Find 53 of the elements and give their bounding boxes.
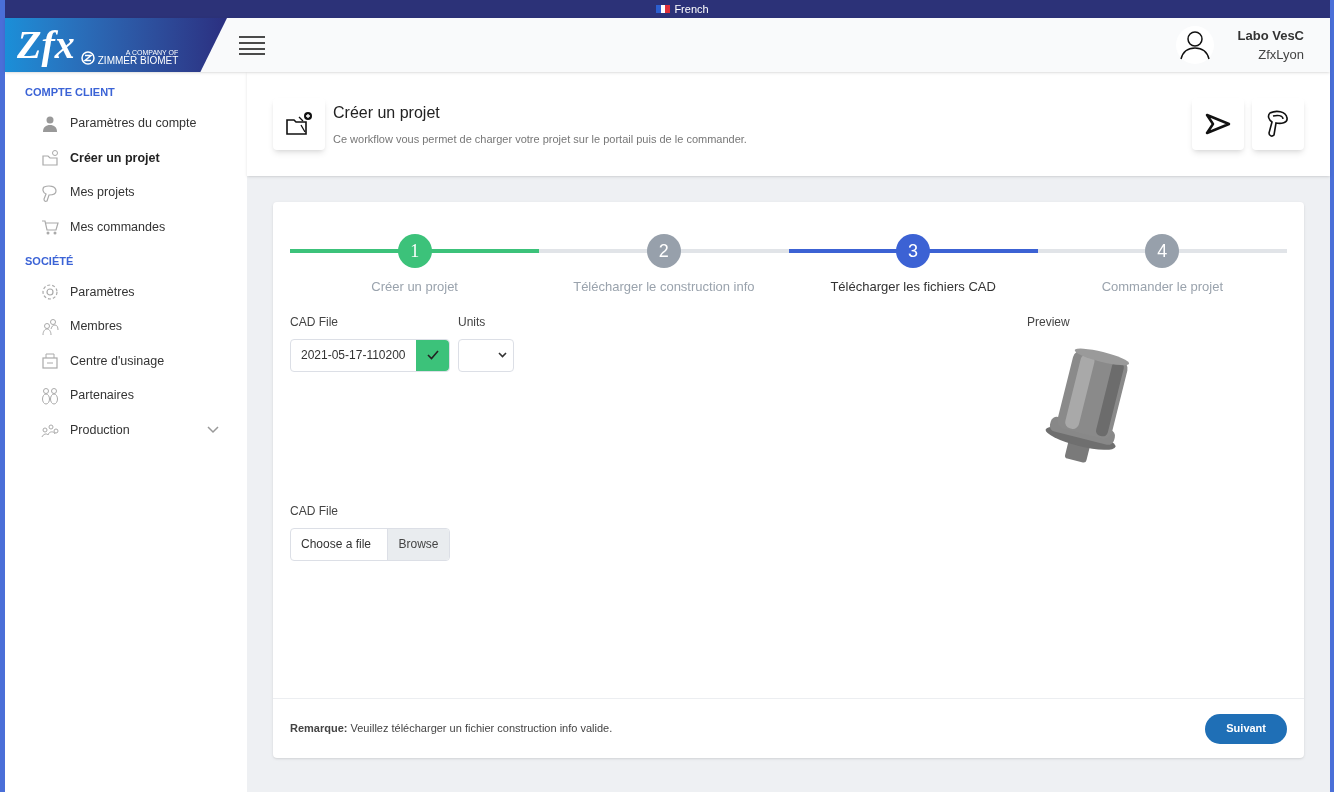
sidebar-item[interactable]: Mes commandes — [5, 210, 247, 245]
page-title: Créer un projet — [333, 102, 441, 123]
company-logo-icon — [80, 50, 95, 65]
page-subtitle: Ce workflow vous permet de charger votre projet sur le portail puis de le commander. — [333, 131, 747, 147]
send-button[interactable] — [1192, 98, 1244, 150]
sidebar-item[interactable]: Membres — [5, 309, 247, 344]
send-icon — [1204, 112, 1232, 136]
sidebar-item[interactable]: Créer un projet — [5, 141, 247, 176]
folder-icon — [41, 149, 59, 168]
company-name: ZIMMER BIOMET — [97, 56, 179, 66]
step-number: 1 — [397, 234, 432, 268]
sidebar-item[interactable]: Partenaires — [5, 378, 247, 413]
sidebar-item[interactable]: Paramètres du compte — [5, 106, 247, 141]
preview-label: Preview — [1027, 313, 1071, 331]
next-button[interactable]: Suivant — [1205, 713, 1287, 744]
file-upload-field[interactable]: Choose a file Browse — [290, 527, 450, 561]
tooth-icon — [1266, 109, 1290, 139]
settings-icon — [41, 283, 59, 302]
field-label: CAD File — [290, 502, 339, 520]
people-icon — [41, 421, 59, 440]
people-icon — [41, 386, 59, 405]
cart-icon — [41, 218, 59, 237]
step-number: 3 — [896, 234, 931, 268]
user-avatar-icon[interactable] — [1175, 26, 1214, 64]
sidebar-item[interactable]: Mes projets — [5, 175, 247, 210]
tooth-icon — [41, 183, 59, 202]
brand-logo: Zfx — [17, 22, 75, 68]
cad-file-field[interactable]: 2021-05-17-110200 — [290, 338, 450, 372]
chevron-down-icon — [498, 352, 507, 358]
folder-plus-icon — [285, 111, 313, 137]
step-label[interactable]: Télécharger les fichiers CAD — [830, 277, 996, 297]
field-label: Units — [458, 313, 487, 331]
field-label: CAD File — [290, 313, 339, 331]
projects-button[interactable] — [1252, 98, 1304, 150]
step-number: 2 — [646, 234, 681, 268]
person-icon — [41, 114, 59, 133]
step-number: 4 — [1145, 234, 1180, 268]
menu-icon[interactable] — [239, 35, 265, 55]
people-icon — [41, 317, 59, 336]
browse-button[interactable]: Browse — [387, 528, 449, 560]
user-name: Labo VesC — [1237, 26, 1304, 45]
remark-text: Remarque: Veuillez télécharger un fichier construction info valide. — [290, 721, 613, 737]
sidebar-item[interactable]: Paramètres — [5, 275, 247, 310]
sidebar-item[interactable]: Production — [5, 413, 247, 448]
flag-icon — [656, 5, 671, 13]
machine-icon — [41, 352, 59, 371]
organization-name: ZfxLyon — [1258, 46, 1304, 64]
section-heading: SOCIÉTÉ — [24, 253, 75, 269]
section-heading: COMPTE CLIENT — [24, 85, 116, 100]
check-icon — [426, 350, 439, 360]
language-link[interactable]: French — [674, 0, 709, 18]
file-input[interactable]: Choose a file — [291, 528, 387, 560]
sidebar-item[interactable]: Centre d'usinage — [5, 344, 247, 379]
